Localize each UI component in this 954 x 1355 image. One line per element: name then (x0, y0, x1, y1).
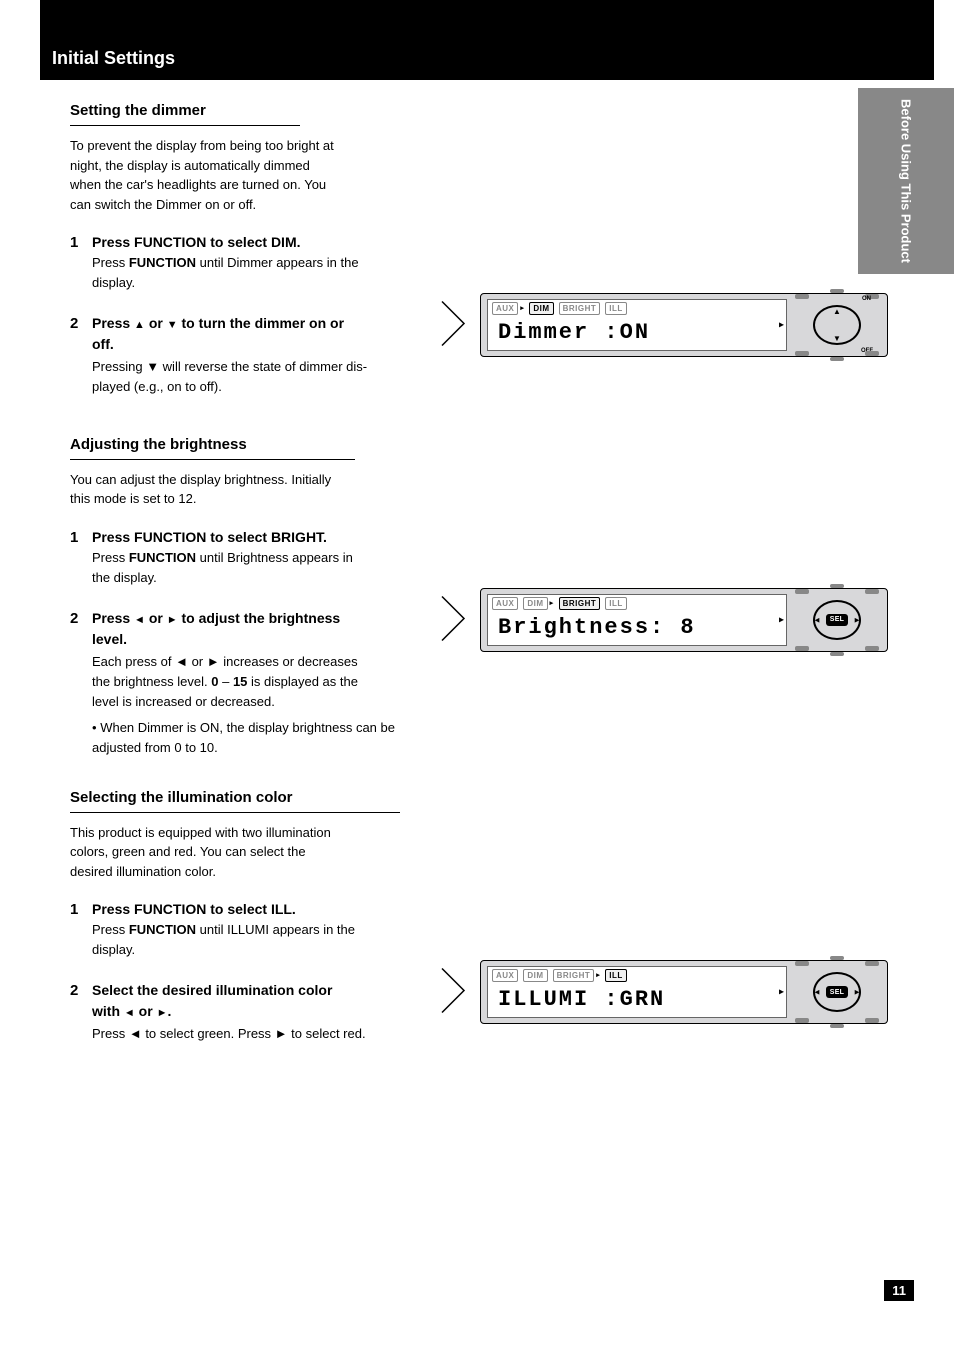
brightness-step-2: 2 Press ◄ or ► to adjust the brightness … (70, 608, 440, 650)
lcd-text: Dimmer :ON (488, 315, 786, 350)
dpad-sel: SEL (826, 986, 848, 998)
selector-icon: ▸ (596, 970, 600, 981)
dpad-down-icon: ▼ (833, 334, 841, 343)
header-bar: Initial Settings (40, 0, 934, 80)
divider (70, 459, 355, 460)
header-title: Initial Settings (40, 0, 934, 69)
dpad-control[interactable]: ▲ ▼ ON OFF (793, 297, 881, 353)
brightness-intro: You can adjust the display brightness. I… (70, 470, 894, 509)
left-arrow-icon: ◄ (134, 614, 145, 626)
lcd-tabs: AUX DIM BRIGHT ▸ ILL (488, 967, 786, 982)
illum-step1-desc: Press FUNCTION until ILLUMI appears in t… (92, 920, 894, 960)
dpad-sel: SEL (826, 614, 848, 626)
chevron-right-icon (440, 594, 468, 645)
brightness-display: AUX DIM ▸ BRIGHT ILL Brightness: 8 ▸ ◄ (440, 588, 888, 652)
illum-step-2-row: 2 Select the desired illumination color … (70, 960, 894, 1044)
dimmer-intro: To prevent the display from being too br… (70, 136, 894, 214)
lcd-panel: AUX DIM BRIGHT ▸ ILL ILLUMI :GRN ▸ ◄ (480, 960, 888, 1024)
main-content: Setting the dimmer To prevent the displa… (0, 102, 954, 1044)
lcd-tabs: AUX DIM ▸ BRIGHT ILL (488, 595, 786, 610)
lcd-tabs: AUX ▸ DIM BRIGHT ILL (488, 300, 786, 315)
lcd-panel: AUX ▸ DIM BRIGHT ILL Dimmer :ON ▸ ▲ (480, 293, 888, 357)
brightness-step-1: 1 Press FUNCTION to select BRIGHT. (70, 529, 894, 546)
dpad-control[interactable]: ◄ SEL ► (793, 592, 881, 648)
dpad-up-icon: ▲ (833, 307, 841, 316)
tab-dim: DIM (523, 969, 547, 982)
down-arrow-icon: ▼ (167, 319, 178, 331)
right-arrow-icon: ► (167, 614, 178, 626)
tab-aux: AUX (492, 302, 518, 315)
illum-step2-note: Press ◄ to select green. Press ► to sele… (92, 1024, 440, 1044)
right-arrow-icon: ► (157, 1007, 168, 1019)
tab-ill: ILL (605, 969, 627, 982)
sidebar-tab: Before Using This Product (858, 88, 954, 274)
up-arrow-icon: ▲ (134, 319, 145, 331)
chevron-right-icon (440, 967, 468, 1018)
lcd-arrow-icon: ▸ (779, 987, 784, 998)
lcd-screen: AUX DIM ▸ BRIGHT ILL Brightness: 8 ▸ (487, 594, 787, 646)
step-title: Press FUNCTION to select DIM. (92, 234, 894, 250)
lcd-screen: AUX ▸ DIM BRIGHT ILL Dimmer :ON ▸ (487, 299, 787, 351)
dpad-left-icon: ◄ (813, 615, 821, 624)
illum-section-title: Selecting the illumination color (70, 789, 894, 806)
chevron-right-icon (440, 300, 468, 351)
dimmer-step1-desc: Press FUNCTION until Dimmer appears in t… (92, 253, 894, 293)
dimmer-step2-note: Pressing ▼ will reverse the state of dim… (92, 357, 440, 397)
page-number: 11 (884, 1280, 914, 1301)
tab-bright: BRIGHT (553, 969, 595, 982)
sidebar-label: Before Using This Product (899, 99, 914, 263)
left-arrow-icon: ◄ (124, 1007, 135, 1019)
divider (70, 812, 400, 813)
illum-intro: This product is equipped with two illumi… (70, 823, 894, 882)
lcd-arrow-icon: ▸ (779, 320, 784, 331)
tab-ill: ILL (605, 302, 627, 315)
selector-icon: ▸ (520, 303, 524, 314)
tab-dim: DIM (523, 597, 547, 610)
brightness-extra-note: • When Dimmer is ON, the display brightn… (92, 718, 440, 758)
lcd-text: Brightness: 8 (488, 610, 786, 645)
lcd-screen: AUX DIM BRIGHT ▸ ILL ILLUMI :GRN ▸ (487, 966, 787, 1018)
brightness-step-2-row: 2 Press ◄ or ► to adjust the brightness … (70, 588, 894, 759)
brightness-section-title: Adjusting the brightness (70, 436, 894, 453)
tab-aux: AUX (492, 597, 518, 610)
brightness-step1-desc: Press FUNCTION until Brightness appears … (92, 548, 894, 588)
dimmer-step-2-row: 2 Press ▲ or ▼ to turn the dimmer on or … (70, 293, 894, 397)
lcd-panel: AUX DIM ▸ BRIGHT ILL Brightness: 8 ▸ ◄ (480, 588, 888, 652)
step-title: Press FUNCTION to select BRIGHT. (92, 529, 894, 545)
dpad-right-icon: ► (853, 615, 861, 624)
tab-bright: BRIGHT (559, 302, 601, 315)
divider (70, 125, 300, 126)
illum-step-1: 1 Press FUNCTION to select ILL. (70, 901, 894, 918)
selector-icon: ▸ (550, 598, 554, 609)
illum-display: AUX DIM BRIGHT ▸ ILL ILLUMI :GRN ▸ ◄ (440, 960, 888, 1024)
tab-dim: DIM (529, 302, 553, 315)
illum-step-2: 2 Select the desired illumination color … (70, 980, 440, 1022)
lcd-text: ILLUMI :GRN (488, 982, 786, 1017)
dpad-left-icon: ◄ (813, 988, 821, 997)
on-label: ON (862, 296, 871, 302)
dimmer-step-2: 2 Press ▲ or ▼ to turn the dimmer on or … (70, 313, 440, 355)
dpad-control[interactable]: ◄ SEL ► (793, 964, 881, 1020)
dimmer-step-1: 1 Press FUNCTION to select DIM. (70, 234, 894, 251)
lcd-arrow-icon: ▸ (779, 614, 784, 625)
brightness-step2-note: Each press of ◄ or ► increases or decrea… (92, 652, 440, 712)
tab-aux: AUX (492, 969, 518, 982)
tab-ill: ILL (605, 597, 627, 610)
dimmer-display: AUX ▸ DIM BRIGHT ILL Dimmer :ON ▸ ▲ (440, 293, 888, 357)
dpad-right-icon: ► (853, 988, 861, 997)
dimmer-section-title: Setting the dimmer (70, 102, 894, 119)
tab-bright: BRIGHT (559, 597, 601, 610)
step-title: Press FUNCTION to select ILL. (92, 901, 894, 917)
